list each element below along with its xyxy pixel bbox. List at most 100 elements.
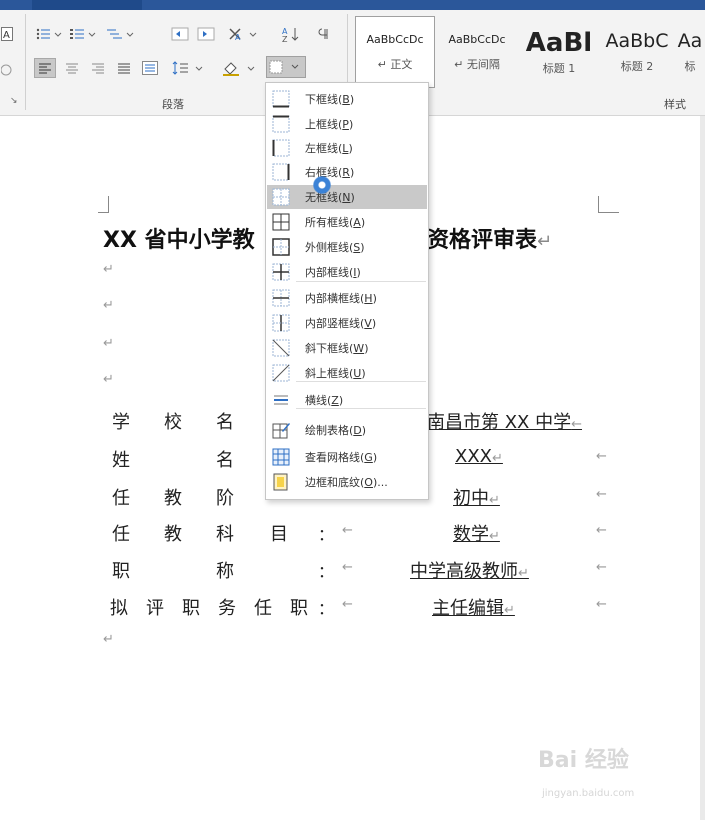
menu-item-inside-vertical[interactable]: 内部竖框线(V) — [267, 311, 427, 335]
chinese-layout-icon[interactable]: A — [228, 24, 262, 44]
field-label-char: 职 — [112, 561, 130, 582]
field-value[interactable]: XXX↵ — [455, 446, 503, 467]
menu-item-text: 所有框线 — [305, 216, 349, 229]
field-value-text: 主任编辑 — [432, 598, 504, 619]
field-value[interactable]: 初中↵ — [453, 484, 500, 510]
end-cell-mark: ← — [571, 417, 583, 432]
watermark-logo: Bai 经验 — [538, 748, 629, 773]
field-value[interactable]: 主任编辑↵ — [432, 594, 515, 620]
tab-mark: ← — [596, 487, 607, 502]
inside-vertical-icon — [272, 314, 290, 332]
style-heading-2[interactable]: AaBbC 标题 2 — [601, 16, 673, 88]
field-value[interactable]: 南昌市第 XX 中学← — [427, 408, 582, 434]
border-top-icon — [272, 115, 290, 133]
field-colon: ： — [318, 525, 335, 544]
menu-item-border-bottom[interactable]: 下框线(B) — [267, 87, 427, 111]
style-preview: AaBl — [525, 28, 593, 58]
style-title[interactable]: Aa 标 — [675, 16, 705, 88]
watermark-url: jingyan.baidu.com — [542, 788, 635, 799]
draw-table-icon — [272, 421, 290, 439]
field-colon: ： — [318, 599, 335, 618]
field-label-char: 校 — [164, 412, 182, 433]
view-gridlines-icon — [272, 448, 290, 466]
align-center-icon[interactable] — [62, 58, 82, 78]
shading-icon[interactable] — [222, 58, 260, 78]
menu-item-accelerator: A — [353, 216, 361, 229]
style-preview: AaBbCcDc — [366, 32, 424, 46]
field-label-char: 学 — [112, 412, 130, 433]
menu-item-draw-table[interactable]: 绘制表格(D) — [267, 418, 427, 442]
line-spacing-icon[interactable] — [172, 58, 208, 78]
menu-item-accelerator: I — [353, 266, 357, 279]
font-dialog-launcher-icon[interactable]: ↘ — [10, 96, 18, 106]
field-label-char: 评 — [146, 598, 164, 619]
document-title-right: 资格评审表↵ — [427, 222, 552, 254]
tab-mark: ← — [596, 560, 607, 575]
menu-item-accelerator: W — [353, 342, 365, 355]
field-label-char: 称 — [216, 561, 234, 582]
style-heading-1[interactable]: AaBl 标题 1 — [519, 16, 599, 88]
tab-mark: ← — [342, 560, 353, 575]
menu-item-label: 内部竖框线(V) — [305, 317, 377, 330]
menu-item-inside-horizontal[interactable]: 内部横框线(H) — [267, 286, 427, 310]
field-label-char: 职 — [182, 598, 200, 619]
menu-item-accelerator: P — [342, 118, 349, 131]
border-left-icon — [272, 139, 290, 157]
font-color-icon[interactable]: A — [0, 24, 14, 44]
menu-item-text: 下框线 — [305, 93, 338, 106]
field-value[interactable]: 数学↵ — [453, 520, 500, 546]
align-left-icon[interactable] — [34, 58, 56, 78]
distributed-icon[interactable] — [140, 58, 160, 78]
menu-item-outside-borders[interactable]: 外侧框线(S) — [267, 235, 427, 259]
increase-indent-icon[interactable] — [196, 24, 216, 44]
menu-item-view-gridlines[interactable]: 查看网格线(G) — [267, 445, 427, 469]
menu-item-borders-shading[interactable]: 边框和底纹(O)... — [267, 470, 427, 494]
menu-item-no-border[interactable]: 无框线(N) — [267, 185, 427, 209]
svg-text:Z: Z — [282, 35, 288, 42]
paragraph-mark: ↵ — [103, 632, 114, 647]
borders-button[interactable] — [266, 56, 306, 78]
align-right-icon[interactable] — [88, 58, 108, 78]
menu-item-border-right[interactable]: 右框线(R) — [267, 160, 427, 184]
styles-gallery: AaBbCcDc ↵ 正文 AaBbCcDc ↵ 无间隔 AaBl 标题 1 A… — [353, 16, 705, 88]
paragraph-mark: ↵ — [492, 451, 503, 466]
menu-item-label: 无框线(N) — [305, 191, 355, 204]
tab-mark: ← — [596, 523, 607, 538]
menu-item-label: 下框线(B) — [305, 93, 355, 106]
field-value[interactable]: 中学高级教师↵ — [410, 557, 529, 583]
menu-item-label: 斜上框线(U) — [305, 367, 366, 380]
field-label-char: 教 — [164, 488, 182, 509]
style-normal[interactable]: AaBbCcDc ↵ 正文 — [355, 16, 435, 88]
menu-item-all-borders[interactable]: 所有框线(A) — [267, 210, 427, 234]
menu-item-diagonal-down[interactable]: 斜下框线(W) — [267, 336, 427, 360]
paragraph-mark: ↵ — [103, 262, 114, 277]
menu-item-text: 横线 — [305, 394, 327, 407]
menu-item-border-top[interactable]: 上框线(P) — [267, 112, 427, 136]
menu-item-ellipsis: ... — [377, 476, 388, 489]
bullets-icon[interactable] — [36, 24, 66, 44]
style-name: ↵ 无间隔 — [454, 57, 500, 71]
show-marks-icon[interactable] — [312, 24, 334, 44]
menu-item-border-left[interactable]: 左框线(L) — [267, 136, 427, 160]
active-ribbon-tab[interactable] — [32, 0, 142, 10]
menu-item-accelerator: D — [353, 424, 362, 437]
document-title-text: 资格评审表 — [427, 228, 538, 253]
multilevel-list-icon[interactable] — [104, 24, 138, 44]
menu-item-accelerator: N — [342, 191, 351, 204]
all-borders-icon — [272, 213, 290, 231]
field-colon: ： — [318, 562, 335, 581]
enclose-char-icon[interactable] — [0, 60, 14, 80]
menu-item-label: 上框线(P) — [305, 118, 354, 131]
menu-item-text: 左框线 — [305, 142, 338, 155]
menu-item-label: 绘制表格(D) — [305, 424, 367, 437]
numbering-icon[interactable] — [70, 24, 100, 44]
decrease-indent-icon[interactable] — [170, 24, 190, 44]
style-name: ↵ 正文 — [377, 57, 413, 71]
justify-icon[interactable] — [114, 58, 134, 78]
menu-item-label: 外侧框线(S) — [305, 241, 365, 254]
borders-dropdown-menu: 下框线(B) 上框线(P) 左框线(L) 右框线(R) 无框线(N) 所有框线(A) 外侧框… — [265, 82, 429, 500]
style-no-spacing[interactable]: AaBbCcDc ↵ 无间隔 — [437, 16, 517, 88]
sort-icon[interactable]: AZ — [280, 24, 302, 44]
menu-item-accelerator: O — [364, 476, 373, 489]
menu-item-text: 查看网格线 — [305, 451, 360, 464]
